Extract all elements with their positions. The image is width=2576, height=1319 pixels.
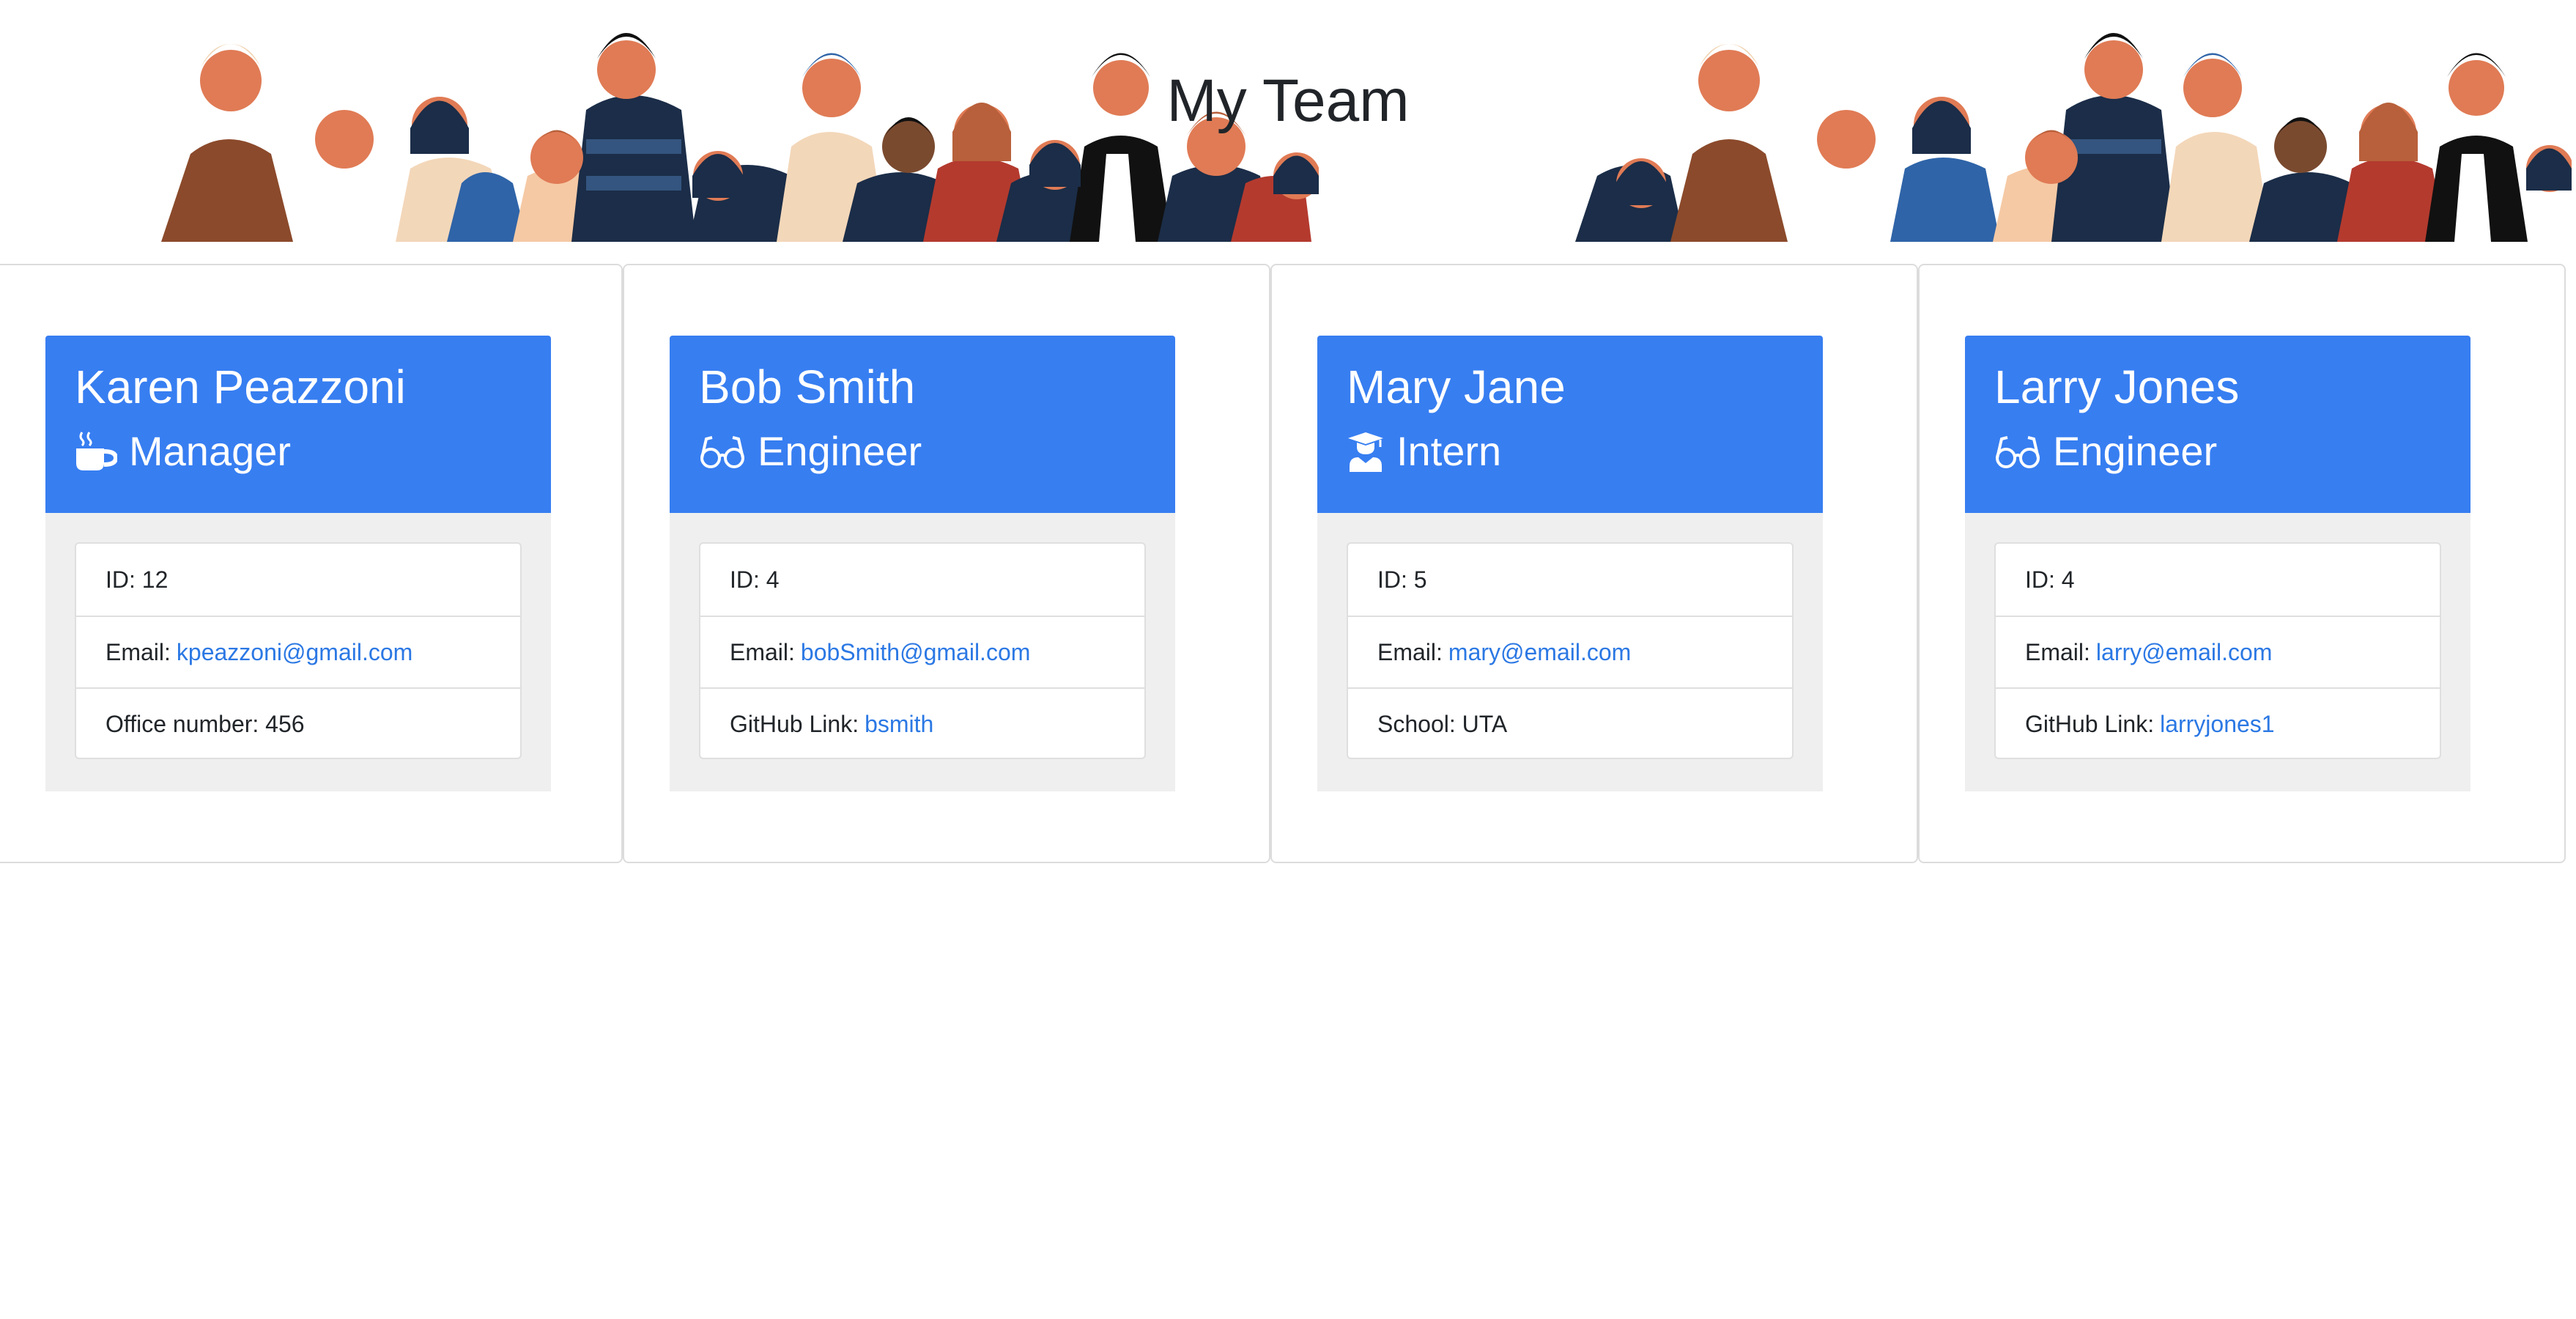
school-item: School: UTA: [1348, 687, 1792, 759]
email-link[interactable]: mary@email.com: [1448, 639, 1631, 666]
github-label: GitHub Link:: [730, 710, 859, 737]
school-label: School:: [1377, 710, 1456, 737]
id-item: ID: 4: [2025, 566, 2075, 593]
glasses-icon: [700, 436, 744, 468]
employee-role: Engineer: [699, 424, 1146, 479]
employee-name: Karen Peazzoni: [75, 361, 406, 413]
github-link[interactable]: larryjones1: [2160, 711, 2275, 738]
role-label: Intern: [1396, 428, 1502, 474]
id-item: ID: 4: [730, 566, 780, 593]
email-link[interactable]: bobSmith@gmail.com: [801, 639, 1030, 666]
employee-card-manager: Karen Peazzoni Manager ID: 12 Email: kpe…: [45, 336, 551, 791]
glasses-icon: [1996, 436, 2040, 468]
email-label: Email:: [2025, 638, 2090, 665]
employee-card-engineer: Bob Smith Engineer ID: 4 Email: bobSmith…: [670, 336, 1175, 791]
office-number-value: 456: [265, 710, 305, 737]
id-item: ID: 5: [1377, 566, 1427, 593]
role-label: Manager: [129, 428, 292, 474]
email-item: Email: mary@email.com: [1348, 616, 1792, 687]
card-header: Mary Jane Intern: [1317, 336, 1823, 513]
card-body: ID: 4 Email: larry@email.com GitHub Link…: [1965, 513, 2470, 791]
email-item: Email: larry@email.com: [1996, 616, 2440, 687]
card-body: ID: 4 Email: bobSmith@gmail.com GitHub L…: [670, 513, 1175, 791]
info-list: ID: 5 Email: mary@email.com School: UTA: [1347, 542, 1794, 759]
employee-role: Manager: [75, 424, 522, 479]
email-label: Email:: [730, 638, 795, 665]
office-number-label: Office number:: [106, 710, 259, 737]
card-column: Mary Jane Intern ID: 5 Email: mary@email…: [1270, 264, 1918, 863]
github-item: GitHub Link: larryjones1: [1996, 687, 2440, 759]
github-item: GitHub Link: bsmith: [700, 687, 1144, 759]
team-row: Karen Peazzoni Manager ID: 12 Email: kpe…: [0, 264, 2576, 863]
page-title: My Team: [1166, 67, 1410, 134]
github-label: GitHub Link:: [2025, 710, 2155, 737]
id-item: ID: 12: [106, 566, 169, 593]
employee-name: Bob Smith: [699, 361, 916, 413]
graduate-icon: [1348, 432, 1383, 472]
card-column: Larry Jones Engineer ID: 4 Email: larry@…: [1918, 264, 2566, 863]
coffee-mug-icon: [76, 432, 117, 470]
info-list: ID: 4 Email: bobSmith@gmail.com GitHub L…: [699, 542, 1146, 759]
card-header: Karen Peazzoni Manager: [45, 336, 551, 513]
card-column: Bob Smith Engineer ID: 4 Email: bobSmith…: [623, 264, 1270, 863]
info-list: ID: 4 Email: larry@email.com GitHub Link…: [1994, 542, 2441, 759]
employee-role: Engineer: [1994, 424, 2441, 479]
team-banner: My Team: [0, 0, 2576, 242]
role-label: Engineer: [758, 428, 922, 474]
employee-card-intern: Mary Jane Intern ID: 5 Email: mary@email…: [1317, 336, 1823, 791]
email-item: Email: bobSmith@gmail.com: [700, 616, 1144, 687]
email-link[interactable]: larry@email.com: [2096, 639, 2273, 666]
card-header: Bob Smith Engineer: [670, 336, 1175, 513]
github-link[interactable]: bsmith: [865, 711, 933, 738]
card-column: Karen Peazzoni Manager ID: 12 Email: kpe…: [0, 264, 623, 863]
email-item: Email: kpeazzoni@gmail.com: [76, 616, 520, 687]
card-body: ID: 5 Email: mary@email.com School: UTA: [1317, 513, 1823, 791]
employee-role: Intern: [1347, 424, 1794, 479]
school-value: UTA: [1462, 710, 1508, 737]
employee-name: Larry Jones: [1994, 361, 2240, 413]
card-header: Larry Jones Engineer: [1965, 336, 2470, 513]
office-number-item: Office number: 456: [76, 687, 520, 759]
email-label: Email:: [106, 638, 171, 665]
email-label: Email:: [1377, 638, 1443, 665]
employee-name: Mary Jane: [1347, 361, 1566, 413]
email-link[interactable]: kpeazzoni@gmail.com: [177, 639, 412, 666]
employee-card-engineer: Larry Jones Engineer ID: 4 Email: larry@…: [1965, 336, 2470, 791]
info-list: ID: 12 Email: kpeazzoni@gmail.com Office…: [75, 542, 522, 759]
role-label: Engineer: [2053, 428, 2218, 474]
card-body: ID: 12 Email: kpeazzoni@gmail.com Office…: [45, 513, 551, 791]
